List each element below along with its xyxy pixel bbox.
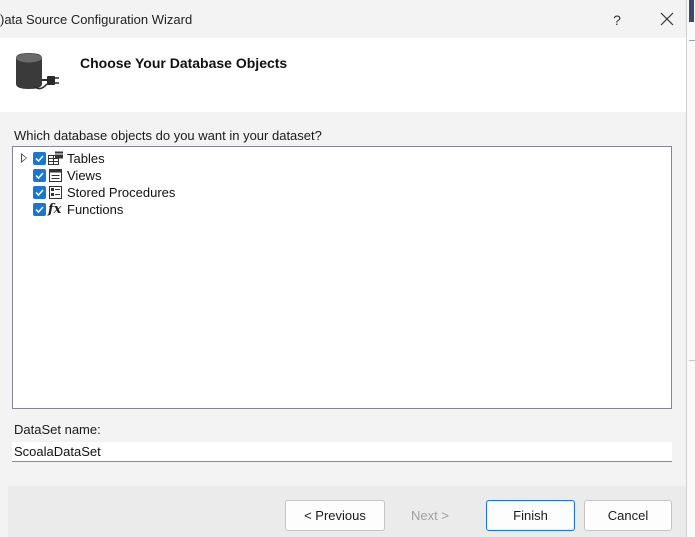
background-window-divider <box>689 40 695 41</box>
tables-icon <box>48 151 63 165</box>
window-title: )ata Source Configuration Wizard <box>0 12 193 27</box>
close-button[interactable] <box>654 6 680 32</box>
background-window-edge <box>686 0 695 537</box>
background-window-divider <box>689 360 695 361</box>
database-objects-tree[interactable]: Tables Views Stored Procedures fx Functi… <box>12 146 672 409</box>
cancel-button[interactable]: Cancel <box>584 500 672 531</box>
tree-item-label: Views <box>67 168 102 183</box>
check-icon <box>35 189 44 197</box>
tree-item-label: Tables <box>67 151 105 166</box>
dataset-name-input[interactable] <box>12 442 672 462</box>
tree-item-label: Functions <box>67 202 124 217</box>
finish-button[interactable]: Finish <box>486 500 575 531</box>
background-window-accent <box>689 0 694 22</box>
functions-checkbox[interactable] <box>33 203 46 216</box>
views-checkbox[interactable] <box>33 169 46 182</box>
dataset-name-label: DataSet name: <box>14 422 101 437</box>
views-icon <box>49 169 62 182</box>
title-bar: )ata Source Configuration Wizard ? <box>0 0 686 38</box>
database-connect-icon <box>16 53 59 90</box>
tree-item-functions[interactable]: fx Functions <box>13 201 213 218</box>
expand-arrow-icon[interactable] <box>21 153 27 163</box>
stored-procedures-checkbox[interactable] <box>33 186 46 199</box>
wizard-footer: < Previous Next > Finish Cancel <box>8 486 686 537</box>
next-button[interactable]: Next > <box>385 500 475 531</box>
functions-icon: fx <box>48 202 62 217</box>
help-button[interactable]: ? <box>606 9 628 31</box>
check-icon <box>35 172 44 180</box>
tree-item-views[interactable]: Views <box>13 167 213 184</box>
previous-button[interactable]: < Previous <box>285 500 385 531</box>
page-title: Choose Your Database Objects <box>80 55 288 71</box>
wizard-header: Choose Your Database Objects <box>0 38 686 112</box>
tree-item-stored-procedures[interactable]: Stored Procedures <box>13 184 263 201</box>
wizard-content: Which database objects do you want in yo… <box>0 112 686 486</box>
check-icon <box>35 206 44 214</box>
close-icon <box>660 12 674 26</box>
objects-question: Which database objects do you want in yo… <box>14 128 322 143</box>
tree-item-label: Stored Procedures <box>67 185 176 200</box>
stored-procedures-icon <box>49 186 62 199</box>
check-icon <box>35 155 44 163</box>
tree-item-tables[interactable]: Tables <box>13 150 213 167</box>
tables-checkbox[interactable] <box>33 152 46 165</box>
